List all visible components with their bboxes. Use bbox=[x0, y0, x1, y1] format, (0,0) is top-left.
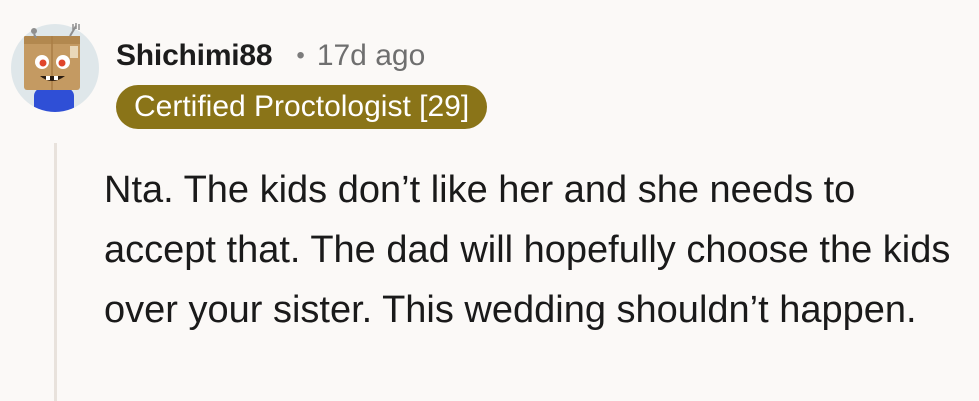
meta-separator: • bbox=[296, 42, 305, 69]
comment-header: Shichimi88 • 17d ago bbox=[116, 36, 425, 76]
author-username-link[interactable]: Shichimi88 bbox=[116, 39, 273, 73]
comment-body: Nta. The kids don’t like her and she nee… bbox=[104, 169, 951, 331]
user-avatar[interactable] bbox=[10, 22, 100, 114]
user-flair-badge: Certified Proctologist [29] bbox=[116, 85, 488, 129]
comment-timestamp[interactable]: 17d ago bbox=[317, 39, 425, 73]
snoo-box-head-avatar-icon bbox=[11, 23, 99, 112]
comment: Shichimi88 • 17d ago Certified Proctolog… bbox=[0, 0, 979, 401]
thread-collapse-line[interactable] bbox=[54, 143, 57, 401]
